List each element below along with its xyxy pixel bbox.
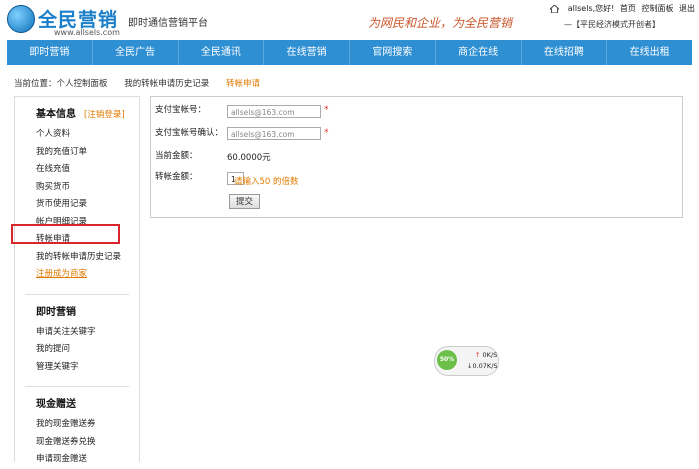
nav-item-site-search[interactable]: 官网搜索 [350,40,436,65]
upload-value: 0K/S [482,351,498,359]
sidebar-item-profile[interactable]: 个人资料 [36,126,139,144]
sidebar-item-online-recharge[interactable]: 在线充值 [36,161,139,179]
download-value: 0.07K/S [472,362,498,370]
upload-speed: ↑ 0K/S [475,351,497,359]
nav-item-communication[interactable]: 全民通讯 [179,40,265,65]
globe-logo-icon [7,5,35,33]
amount-hint: 请输入50 的倍数 [234,177,299,187]
slogan-tag: —【平民经济模式开创者】 [564,20,660,29]
submit-button[interactable]: 提交 [229,194,260,209]
download-speed: ↓0.07K/S [467,362,498,370]
sidebar-item-buy-currency[interactable]: 购买货币 [36,179,139,197]
sidebar-item-manage-keywords[interactable]: 管理关键字 [36,359,139,377]
sidebar-divider [25,293,129,295]
amount-label: 转帐金额： [155,172,198,182]
breadcrumb-history[interactable]: 我的转帐申请历史记录 [124,79,209,89]
logo-url: www.allsels.com [54,28,120,37]
breadcrumb-prefix[interactable]: 当前位置：个人控制面板 [14,79,108,89]
sidebar-section-instant: 即时营销 申请关注关键字 我的提问 管理关键字 [15,303,139,377]
top-links: allsels,您好! 首页 控制面板 退出 [550,3,695,14]
required-mark: * [324,105,329,115]
logo-subtitle: 即时通信营销平台 [128,18,208,29]
main-nav: 即时营销 全民广告 全民通讯 在线营销 官网搜索 商企在线 在线招聘 在线出租 [7,40,692,65]
nav-item-online-marketing[interactable]: 在线营销 [264,40,350,65]
breadcrumb: 当前位置：个人控制面板 我的转帐申请历史记录 转帐申请 [14,77,274,89]
speed-percent: 50% [437,350,457,370]
sidebar-item-apply-keyword[interactable]: 申请关注关键字 [36,324,139,342]
alipay-account-input[interactable]: allsels@163.com [227,105,321,118]
section-title-cash: 现金赠送 [36,399,76,410]
network-speed-widget[interactable]: 50% ↑ 0K/S ↓0.07K/S [434,346,499,376]
sidebar-item-apply-cash[interactable]: 申请现金赠送 [36,451,139,469]
site-header: 全民营销 www.allsels.com 即时通信营销平台 为网民和企业，为全民… [0,0,699,40]
alipay-label: 支付宝帐号： [155,105,207,115]
sidebar-item-my-coupons[interactable]: 我的现金赠送券 [36,416,139,434]
sidebar: 基本信息 [注销登录] 个人资料 我的充值订单 在线充值 购买货币 货币使用记录 … [14,96,140,464]
sidebar-item-redeem-coupon[interactable]: 现金赠送券兑换 [36,434,139,452]
sidebar-item-transfer-history[interactable]: 我的转帐申请历史记录 [36,249,139,267]
nav-item-rental[interactable]: 在线出租 [607,40,692,65]
logout-link[interactable]: [注销登录] [84,110,125,120]
link-home[interactable]: 首页 [620,4,636,13]
nav-item-recruitment[interactable]: 在线招聘 [522,40,608,65]
sidebar-item-register-merchant[interactable]: 注册成为商家 [36,266,139,284]
nav-item-instant-marketing[interactable]: 即时营销 [7,40,93,65]
alipay-confirm-label: 支付宝帐号确认： [155,128,224,138]
nav-item-business-online[interactable]: 商企在线 [436,40,522,65]
link-logout[interactable]: 退出 [679,4,695,13]
required-mark: * [324,128,329,138]
link-control-panel[interactable]: 控制面板 [641,4,673,13]
sidebar-item-currency-usage[interactable]: 货币使用记录 [36,196,139,214]
balance-label: 当前金额： [155,151,198,161]
home-icon[interactable] [550,4,560,13]
breadcrumb-current: 转帐申请 [225,79,260,89]
selection-highlight-box [11,224,120,244]
arrow-up-icon: ↑ [475,351,481,359]
sidebar-item-recharge-orders[interactable]: 我的充值订单 [36,144,139,162]
sidebar-item-my-questions[interactable]: 我的提问 [36,341,139,359]
sidebar-section-basic: 基本信息 [注销登录] 个人资料 我的充值订单 在线充值 购买货币 货币使用记录 … [15,105,139,284]
section-title-instant: 即时营销 [36,306,76,318]
basic-title-text: 基本信息 [36,109,76,120]
section-title-basic: 基本信息 [注销登录] [36,105,139,120]
balance-value: 60.0000元 [227,153,271,163]
sidebar-section-cash: 现金赠送 我的现金赠送券 现金赠送券兑换 申请现金赠送 [15,395,139,469]
alipay-confirm-input[interactable]: allsels@163.com [227,127,321,140]
slogan: 为网民和企业，为全民营销 [368,16,513,30]
sidebar-divider [25,386,129,387]
nav-item-ads[interactable]: 全民广告 [93,40,179,65]
user-greeting: allsels,您好! [567,4,615,13]
